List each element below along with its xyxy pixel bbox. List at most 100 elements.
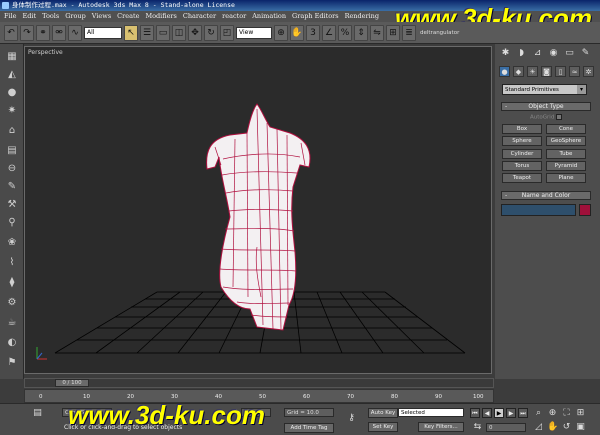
pivot-center-icon[interactable]: ⊕ — [274, 24, 288, 41]
reference-coord-dropdown[interactable]: View — [236, 26, 272, 39]
pyramid-button[interactable]: Pyramid — [546, 161, 586, 171]
wrench-icon[interactable]: ✎ — [4, 180, 20, 194]
time-slider-thumb[interactable]: 0 / 100 — [55, 379, 89, 387]
window-crossing-icon[interactable]: ◫ — [172, 24, 186, 41]
torus-button[interactable]: Torus — [502, 161, 542, 171]
current-frame-field[interactable]: 0 — [486, 423, 526, 432]
menu-modifiers[interactable]: Modifiers — [145, 11, 176, 22]
modifier-icon[interactable]: ⚒ — [4, 198, 20, 212]
menu-character[interactable]: Character — [183, 11, 216, 22]
manipulate-icon[interactable]: ✋ — [290, 24, 304, 41]
primitive-type-dropdown[interactable]: Standard Primitives ▾ — [502, 84, 587, 95]
select-object-icon[interactable]: ↖ — [124, 24, 138, 41]
menu-graph-editors[interactable]: Graph Editors — [292, 11, 339, 22]
menu-create[interactable]: Create — [117, 11, 139, 22]
shapes-category-icon[interactable]: ◆ — [513, 66, 524, 77]
object-type-rollout-header[interactable]: - Object Type — [501, 102, 591, 111]
redo-icon[interactable]: ↷ — [20, 24, 34, 41]
pan-hand-icon[interactable]: ✋ — [547, 422, 558, 433]
shapes-icon[interactable]: ◭ — [4, 68, 20, 82]
display-tab-icon[interactable]: ▭ — [563, 47, 576, 60]
motion-tab-icon[interactable]: ◉ — [547, 47, 560, 60]
snaps-toggle-icon[interactable]: 3 — [306, 24, 320, 41]
selection-filter-dropdown[interactable]: All — [84, 26, 122, 39]
percent-snap-icon[interactable]: % — [338, 24, 352, 41]
menu-animation[interactable]: Animation — [252, 11, 286, 22]
undo-icon[interactable]: ↶ — [4, 24, 18, 41]
particle-icon[interactable]: ❀ — [4, 236, 20, 250]
next-frame-icon[interactable]: ▶ — [506, 408, 516, 418]
go-to-start-icon[interactable]: ⏮ — [470, 408, 480, 418]
menu-group[interactable]: Group — [65, 11, 86, 22]
systems-category-icon[interactable]: ✲ — [583, 66, 594, 77]
mirror-icon[interactable]: ⇋ — [370, 24, 384, 41]
zoom-extents-icon[interactable]: ⛶ — [561, 408, 572, 419]
unlink-icon[interactable]: ⚮ — [52, 24, 66, 41]
time-slider[interactable]: 0 / 100 — [24, 378, 494, 388]
utilities-tab-icon[interactable]: ✎ — [579, 47, 592, 60]
layer-manager-icon[interactable]: ≣ — [402, 24, 416, 41]
spinner-snap-icon[interactable]: ⇕ — [354, 24, 368, 41]
align-icon[interactable]: ⊞ — [386, 24, 400, 41]
add-time-tag-button[interactable]: Add Time Tag — [284, 423, 334, 433]
sphere-button[interactable]: Sphere — [502, 136, 542, 146]
reactor-icon[interactable]: ⚙ — [4, 296, 20, 310]
spacewarp-icon[interactable]: ⌇ — [4, 256, 20, 270]
auto-key-button[interactable]: Auto Key — [368, 408, 398, 418]
geosphere-button[interactable]: GeoSphere — [546, 136, 586, 146]
cone-button[interactable]: Cone — [546, 124, 586, 134]
sphere-icon[interactable]: ● — [4, 86, 20, 100]
select-rotate-icon[interactable]: ↻ — [204, 24, 218, 41]
menu-file[interactable]: File — [4, 11, 17, 22]
maximize-viewport-icon[interactable]: ▣ — [575, 422, 586, 433]
key-filters-button[interactable]: Key Filters... — [418, 422, 464, 432]
field-of-view-icon[interactable]: ◿ — [533, 422, 544, 433]
teapot-button[interactable]: Teapot — [502, 173, 542, 183]
camera-icon[interactable]: ⌂ — [4, 124, 20, 138]
zoom-extents-all-icon[interactable]: ⊞ — [575, 408, 586, 419]
object-color-swatch[interactable] — [579, 204, 591, 216]
box-button[interactable]: Box — [502, 124, 542, 134]
set-key-button[interactable]: Set Key — [368, 422, 398, 432]
utility-icon[interactable]: ⚑ — [4, 356, 20, 370]
geometry-category-icon[interactable]: ● — [499, 66, 510, 77]
autogrid-option[interactable]: AutoGrid — [530, 114, 563, 121]
link-icon[interactable]: ⚭ — [36, 24, 50, 41]
rectangular-selection-icon[interactable]: ▭ — [156, 24, 170, 41]
zoom-icon[interactable]: ⌕ — [533, 408, 544, 419]
cylinder-button[interactable]: Cylinder — [502, 149, 542, 159]
play-icon[interactable]: ▶ — [494, 408, 504, 418]
spacewarps-category-icon[interactable]: ≈ — [569, 66, 580, 77]
bind-spacewarp-icon[interactable]: ∿ — [68, 24, 82, 41]
modify-tab-icon[interactable]: ◗ — [515, 47, 528, 60]
plane-button[interactable]: Plane — [546, 173, 586, 183]
tube-button[interactable]: Tube — [546, 149, 586, 159]
name-color-rollout-header[interactable]: - Name and Color — [501, 191, 591, 200]
material-icon[interactable]: ◐ — [4, 336, 20, 350]
system-icon[interactable]: ⧫ — [4, 276, 20, 290]
key-icon[interactable]: ⚷ — [346, 413, 357, 424]
select-move-icon[interactable]: ✥ — [188, 24, 202, 41]
menu-edit[interactable]: Edit — [23, 11, 37, 22]
bone-icon[interactable]: ⚲ — [4, 216, 20, 230]
menu-reactor[interactable]: reactor — [222, 11, 246, 22]
go-to-end-icon[interactable]: ⏭ — [518, 408, 528, 418]
key-mode-icon[interactable]: ⇆ — [472, 422, 483, 433]
create-tab-icon[interactable]: ✱ — [499, 47, 512, 60]
render-icon[interactable]: ☕ — [4, 316, 20, 330]
helpers-category-icon[interactable]: ▯ — [555, 66, 566, 77]
helper-icon[interactable]: ▤ — [4, 144, 20, 158]
menu-tools[interactable]: Tools — [42, 11, 59, 22]
lights-category-icon[interactable]: ☀ — [527, 66, 538, 77]
cylinder-icon[interactable]: ⊖ — [4, 162, 20, 176]
previous-frame-icon[interactable]: ◀ — [482, 408, 492, 418]
select-by-name-icon[interactable]: ☰ — [140, 24, 154, 41]
angle-snap-icon[interactable]: ∠ — [322, 24, 336, 41]
menu-views[interactable]: Views — [92, 11, 111, 22]
object-name-field[interactable] — [501, 204, 576, 216]
hierarchy-tab-icon[interactable]: ⊿ — [531, 47, 544, 60]
maxscript-listener-icon[interactable]: ▤ — [32, 408, 43, 419]
zoom-all-icon[interactable]: ⊕ — [547, 408, 558, 419]
perspective-viewport[interactable]: Perspective — [24, 46, 492, 374]
select-scale-icon[interactable]: ◰ — [220, 24, 234, 41]
